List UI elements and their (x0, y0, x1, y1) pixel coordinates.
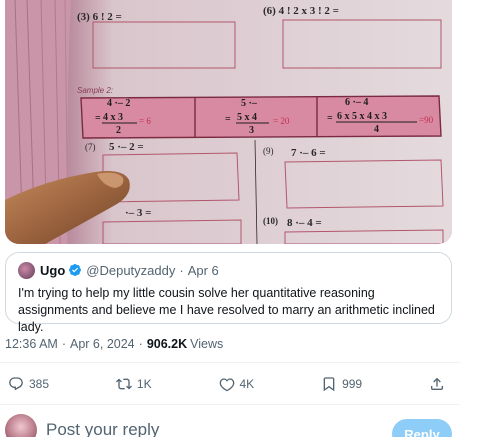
verified-badge-icon (69, 264, 82, 276)
problem-7-number: (7) (85, 142, 96, 152)
problem-10-number: (10) (263, 216, 278, 226)
user-avatar[interactable] (5, 414, 37, 437)
bookmark-icon (323, 377, 335, 392)
sample-cell2-num: 5 x 4 (237, 112, 257, 123)
sample-cell3-result: =90 (419, 115, 434, 125)
divider (0, 404, 460, 405)
sample-cell3-top: 6 ·– 4 (345, 97, 368, 108)
tweet-photo[interactable]: (3) 6 ! 2 = (6) 4 ! 2 x 3 ! 2 = Sample 2… (5, 0, 452, 244)
sample-cell1-den: 2 (116, 125, 121, 136)
reply-submit-button[interactable]: Reply (392, 419, 452, 437)
sample-cell3-den: 4 (374, 124, 379, 135)
quoted-tweet-date[interactable]: Apr 6 (188, 263, 219, 278)
sample-cell1-top: 4 ·– 2 (107, 98, 130, 109)
tweet-time[interactable]: 12:36 AM (5, 337, 58, 351)
sample-cell3-num: 6 x 5 x 4 x 3 (337, 111, 387, 122)
problem-6-text: (6) 4 ! 2 x 3 ! 2 = (263, 5, 339, 17)
repost-button[interactable]: 1K (115, 376, 152, 392)
sample-cell2-top: 5 ·– (241, 98, 258, 109)
comment-icon (9, 377, 23, 391)
share-icon (431, 377, 443, 390)
meta-separator: · (61, 337, 66, 351)
quoted-tweet[interactable]: Ugo @Deputyzaddy · Apr 6 I'm trying to h… (5, 252, 452, 334)
meta-separator: · (138, 337, 143, 351)
like-count: 4K (239, 377, 255, 391)
tweet-date[interactable]: Apr 6, 2024 (70, 337, 135, 351)
reply-count: 385 (29, 377, 50, 391)
reply-button[interactable]: 385 (8, 376, 49, 392)
quoted-author-handle[interactable]: @Deputyzaddy (86, 263, 175, 278)
quoted-tweet-header: Ugo @Deputyzaddy · Apr 6 (18, 261, 439, 279)
bookmark-count: 999 (342, 377, 363, 391)
sample-cell2-den: 3 (249, 125, 254, 136)
problem-9-text: 7 ·– 6 = (291, 147, 326, 159)
problem-10-text: 8 ·– 4 = (287, 217, 322, 229)
action-bar: 385 1K 4K 999 (8, 374, 450, 394)
heart-icon (219, 378, 234, 392)
sample-label: Sample 2: (77, 86, 113, 95)
sample-cell2-result: = 20 (273, 116, 290, 126)
sample-cell2-eq: = (225, 114, 231, 125)
repost-count: 1K (136, 377, 152, 391)
bookmark-button[interactable]: 999 (321, 376, 362, 392)
sample-cell1-num: 4 x 3 (103, 112, 123, 123)
problem-8-text: ·– 3 = (125, 207, 151, 219)
sample-cell1-eq: = (95, 113, 101, 124)
divider (0, 362, 460, 363)
quoted-tweet-text: I'm trying to help my little cousin solv… (18, 286, 435, 334)
problem-9-number: (9) (263, 146, 274, 156)
like-button[interactable]: 4K (219, 376, 255, 392)
reply-input[interactable]: Post your reply (46, 420, 159, 437)
views-count[interactable]: 906.2K (147, 337, 187, 351)
repost-icon (115, 378, 132, 390)
tweet-meta: 12:36 AM · Apr 6, 2024 · 906.2K Views (5, 337, 223, 351)
quoted-author-avatar[interactable] (18, 261, 35, 279)
quoted-author-name[interactable]: Ugo (40, 263, 65, 278)
views-label: Views (190, 337, 224, 351)
sample-cell3-eq: = (327, 113, 333, 124)
sample-cell1-result: = 6 (139, 116, 151, 126)
quoted-header-separator: · (179, 262, 184, 278)
problem-3-text: (3) 6 ! 2 = (77, 11, 122, 23)
share-button[interactable] (429, 376, 450, 392)
problem-7-text: 5 ·– 2 = (109, 141, 144, 153)
